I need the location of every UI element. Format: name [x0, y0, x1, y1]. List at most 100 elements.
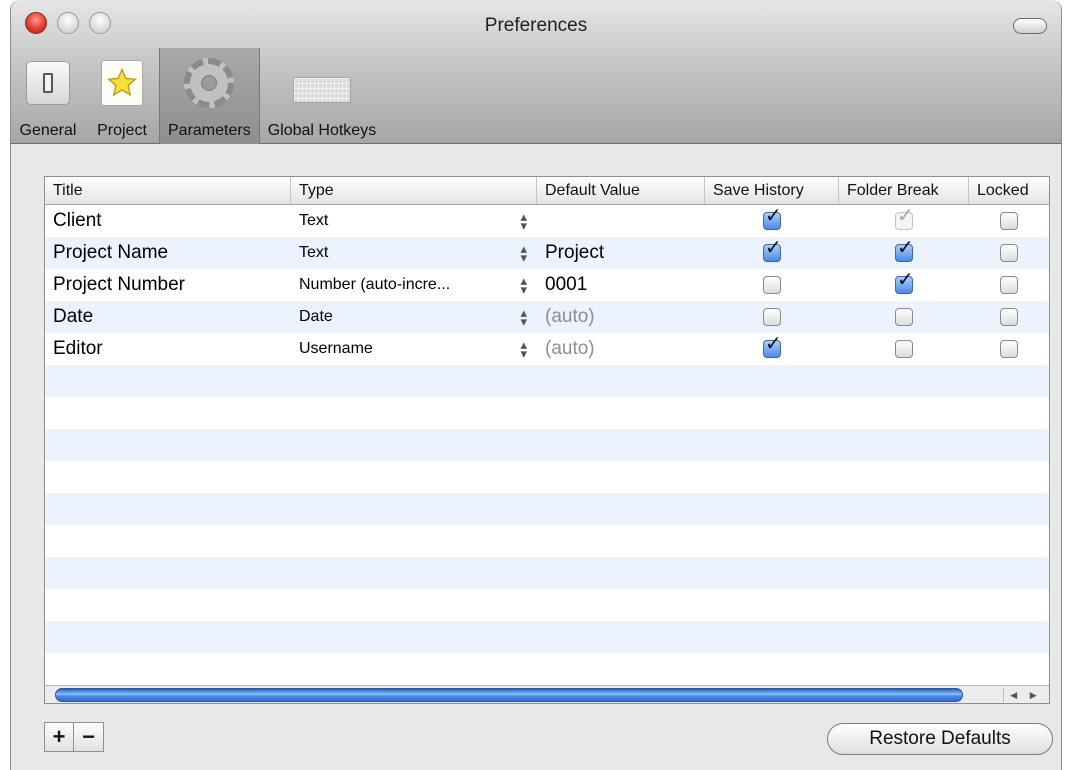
column-header-locked[interactable]: Locked — [969, 177, 1049, 205]
column-header-default-value[interactable]: Default Value — [537, 177, 705, 205]
restore-defaults-button[interactable]: Restore Defaults — [827, 723, 1053, 755]
cell-type-label: Username — [299, 340, 373, 357]
cell-locked — [969, 333, 1049, 365]
empty-table-row[interactable] — [45, 365, 1049, 397]
cell-locked — [969, 205, 1049, 237]
cell-save-history — [705, 269, 839, 301]
empty-table-row[interactable] — [45, 397, 1049, 429]
table-row[interactable]: Project Number Number (auto-incre... ▴ ▾ 000… — [45, 269, 1049, 301]
cell-folder-break: ✓ — [839, 237, 969, 269]
folder-break-checkbox[interactable] — [895, 340, 913, 358]
cell-default-value[interactable]: (auto) — [537, 301, 705, 333]
column-header-save-history[interactable]: Save History — [705, 177, 839, 205]
empty-table-row[interactable] — [45, 493, 1049, 525]
locked-checkbox[interactable] — [1000, 244, 1018, 262]
cell-folder-break: ✓ — [839, 205, 969, 237]
empty-table-row[interactable] — [45, 653, 1049, 685]
cell-type-label: Number (auto-incre... — [299, 276, 451, 293]
cell-type-popup[interactable]: Date ▴ ▾ — [291, 301, 537, 333]
cell-title[interactable]: Client — [45, 205, 291, 237]
cell-title[interactable]: Project Number — [45, 269, 291, 301]
window-title: Preferences — [484, 15, 588, 36]
empty-table-row[interactable] — [45, 525, 1049, 557]
add-parameter-button[interactable]: + — [44, 722, 74, 752]
cell-type-label: Text — [299, 212, 329, 229]
toolbar-area: Preferences General Project Parameters G… — [11, 0, 1061, 144]
cell-save-history: ✓ — [705, 205, 839, 237]
checkmark-icon: ✓ — [765, 333, 782, 355]
star-icon — [93, 54, 151, 112]
save-history-checkbox[interactable]: ✓ — [763, 238, 782, 262]
cell-locked — [969, 301, 1049, 333]
switch-icon — [19, 54, 77, 112]
keyboard-icon — [292, 54, 351, 112]
horizontal-scrollbar[interactable]: ◀ ▶ — [45, 685, 1049, 703]
scroll-right-arrow-icon[interactable]: ▶ — [1030, 690, 1037, 701]
empty-table-row[interactable] — [45, 461, 1049, 493]
table-row[interactable]: Date Date ▴ ▾ (auto) — [45, 301, 1049, 333]
toolbar-toggle-button[interactable] — [1013, 18, 1047, 34]
checkmark-icon: ✓ — [765, 205, 782, 227]
cell-type-popup[interactable]: Username ▴ ▾ — [291, 333, 537, 365]
parameters-table: Title Type Default Value Save History Fo… — [44, 176, 1050, 704]
empty-table-row[interactable] — [45, 589, 1049, 621]
save-history-checkbox[interactable]: ✓ — [763, 206, 782, 230]
preferences-window: Preferences General Project Parameters G… — [10, 0, 1062, 770]
empty-table-row[interactable] — [45, 557, 1049, 589]
locked-checkbox[interactable] — [1000, 276, 1018, 294]
column-header-folder-break[interactable]: Folder Break — [839, 177, 969, 205]
remove-parameter-button[interactable]: − — [74, 722, 104, 752]
cell-locked — [969, 237, 1049, 269]
tab-project-label: Project — [97, 122, 147, 139]
cell-folder-break: ✓ — [839, 269, 969, 301]
empty-table-row[interactable] — [45, 621, 1049, 653]
scroll-left-arrow-icon[interactable]: ◀ — [1010, 690, 1017, 701]
cell-type-label: Text — [299, 244, 329, 261]
popup-arrows-icon: ▴ ▾ — [520, 337, 527, 361]
cell-default-value[interactable] — [537, 205, 705, 237]
cell-type-label: Date — [299, 308, 333, 325]
locked-checkbox[interactable] — [1000, 308, 1018, 326]
popup-arrows-icon: ▴ ▾ — [520, 305, 527, 329]
scrollbar-thumb[interactable] — [55, 688, 963, 702]
popup-arrows-icon: ▴ ▾ — [520, 241, 527, 265]
table-header: Title Type Default Value Save History Fo… — [45, 177, 1049, 205]
table-body: Client Text ▴ ▾ ✓ ✓ Project Name Text ▴ ▾ Project ✓… — [45, 205, 1049, 685]
cell-default-value[interactable]: Project — [537, 237, 705, 269]
tab-parameters[interactable]: Parameters — [159, 48, 260, 144]
tab-project[interactable]: Project — [85, 48, 159, 144]
cell-title[interactable]: Editor — [45, 333, 291, 365]
table-row[interactable]: Client Text ▴ ▾ ✓ ✓ — [45, 205, 1049, 237]
cell-default-value[interactable]: 0001 — [537, 269, 705, 301]
preferences-toolbar: General Project Parameters Global Hotkey… — [11, 48, 384, 144]
folder-break-checkbox[interactable] — [895, 308, 913, 326]
folder-break-checkbox[interactable]: ✓ — [895, 270, 914, 294]
save-history-checkbox[interactable] — [763, 276, 781, 294]
cell-type-popup[interactable]: Text ▴ ▾ — [291, 237, 537, 269]
tab-global-hotkeys[interactable]: Global Hotkeys — [260, 48, 385, 144]
locked-checkbox[interactable] — [1000, 212, 1018, 230]
cell-default-value[interactable]: (auto) — [537, 333, 705, 365]
table-row[interactable]: Project Name Text ▴ ▾ Project ✓ ✓ — [45, 237, 1049, 269]
locked-checkbox[interactable] — [1000, 340, 1018, 358]
tab-general-label: General — [19, 122, 77, 139]
save-history-checkbox[interactable]: ✓ — [763, 334, 782, 358]
folder-break-checkbox[interactable]: ✓ — [895, 238, 914, 262]
tab-general[interactable]: General — [11, 48, 85, 144]
gear-icon — [180, 54, 238, 112]
scroll-arrows: ◀ ▶ — [1003, 688, 1043, 702]
checkmark-icon: ✓ — [765, 237, 782, 259]
popup-arrows-icon: ▴ ▾ — [520, 209, 527, 233]
column-header-title[interactable]: Title — [45, 177, 291, 205]
save-history-checkbox[interactable] — [763, 308, 781, 326]
column-header-type[interactable]: Type — [291, 177, 537, 205]
cell-type-popup[interactable]: Text ▴ ▾ — [291, 205, 537, 237]
empty-table-row[interactable] — [45, 429, 1049, 461]
cell-folder-break — [839, 333, 969, 365]
cell-title[interactable]: Date — [45, 301, 291, 333]
cell-type-popup[interactable]: Number (auto-incre... ▴ ▾ — [291, 269, 537, 301]
checkmark-icon: ✓ — [897, 269, 914, 291]
cell-title[interactable]: Project Name — [45, 237, 291, 269]
popup-arrows-icon: ▴ ▾ — [520, 273, 527, 297]
table-row[interactable]: Editor Username ▴ ▾ (auto) ✓ — [45, 333, 1049, 365]
